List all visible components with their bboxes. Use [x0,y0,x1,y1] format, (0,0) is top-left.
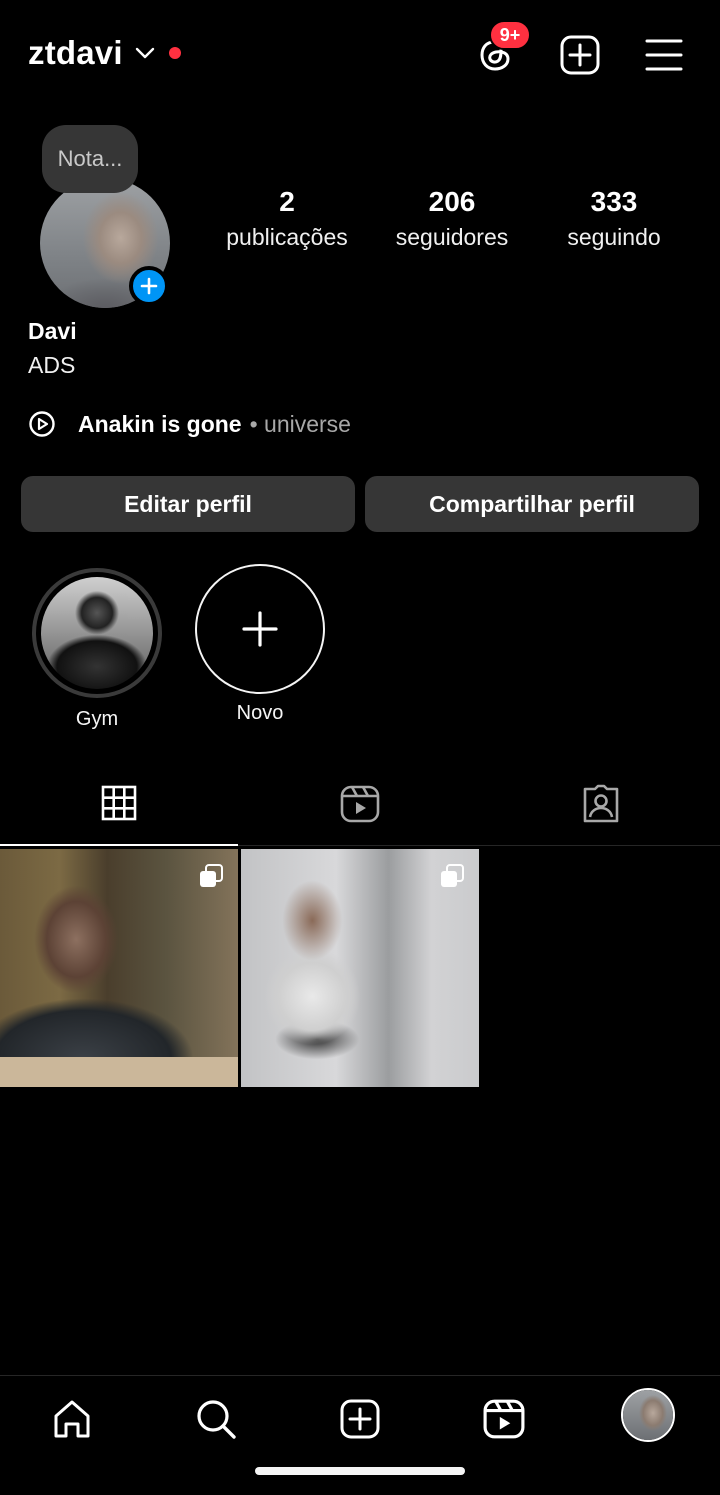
note-bubble[interactable]: Nota... [42,125,138,193]
search-icon [197,1400,236,1439]
nav-create[interactable] [333,1392,387,1446]
tab-reels[interactable] [241,762,479,846]
reels-icon [340,785,380,823]
nav-reels[interactable] [477,1392,531,1446]
unread-dot [168,47,181,59]
highlight-gym[interactable]: Gym [31,564,163,731]
song-title: Anakin is gone [78,410,242,437]
highlight-label: Gym [75,708,119,730]
share-profile-button[interactable]: Compartilhar perfil [365,476,699,532]
reels-icon [483,1399,525,1439]
post-thumbnail[interactable] [0,849,238,1087]
notification-badge: 9+ [489,20,531,50]
profile-avatar-small [623,1390,673,1440]
nav-search[interactable] [189,1392,243,1446]
home-icon [54,1400,90,1438]
tagged-icon [583,784,619,823]
profile-tabs [0,762,720,846]
posts-label: publicações [226,224,348,250]
carousel-icon [200,864,223,887]
posts-stat[interactable]: 2 publicações [220,184,354,254]
grid-icon [101,785,137,821]
carousel-icon [441,864,464,887]
profile-name: Davi [28,318,77,344]
nav-profile[interactable] [621,1388,675,1442]
add-story-button[interactable] [129,266,169,306]
followers-label: seguidores [395,224,509,250]
home-indicator[interactable] [255,1467,465,1475]
create-icon [340,1399,380,1439]
plus-icon [140,277,158,295]
top-bar: ztdavi 9+ [0,0,720,110]
account-switcher[interactable]: ztdavi [28,34,181,72]
username[interactable]: ztdavi [28,34,123,72]
bottom-nav [0,1375,720,1495]
profile-bio: ADS [28,352,76,378]
menu-icon[interactable] [643,34,685,76]
following-count: 333 [590,186,638,217]
following-label: seguindo [567,224,661,250]
followers-count: 206 [428,186,476,217]
create-post-icon[interactable] [559,34,601,76]
nav-home[interactable] [45,1392,99,1446]
followers-stat[interactable]: 206 seguidores [388,184,516,254]
profile-music[interactable]: Anakin is gone • universe [28,410,351,438]
tab-posts[interactable] [0,762,238,846]
highlight-label: Novo [236,702,284,724]
edit-profile-button[interactable]: Editar perfil [21,476,355,532]
chevron-down-icon[interactable] [135,46,155,60]
following-stat[interactable]: 333 seguindo [560,184,668,254]
highlight-ring [195,564,325,694]
highlight-ring [32,568,162,698]
new-highlight-button[interactable]: Novo [194,564,326,725]
post-thumbnail[interactable] [241,849,479,1087]
highlight-cover [41,577,153,689]
song-artist: • universe [249,410,351,437]
plus-icon [242,611,278,647]
posts-count: 2 [279,186,295,217]
tab-tagged[interactable] [482,762,720,846]
play-icon [29,411,55,437]
